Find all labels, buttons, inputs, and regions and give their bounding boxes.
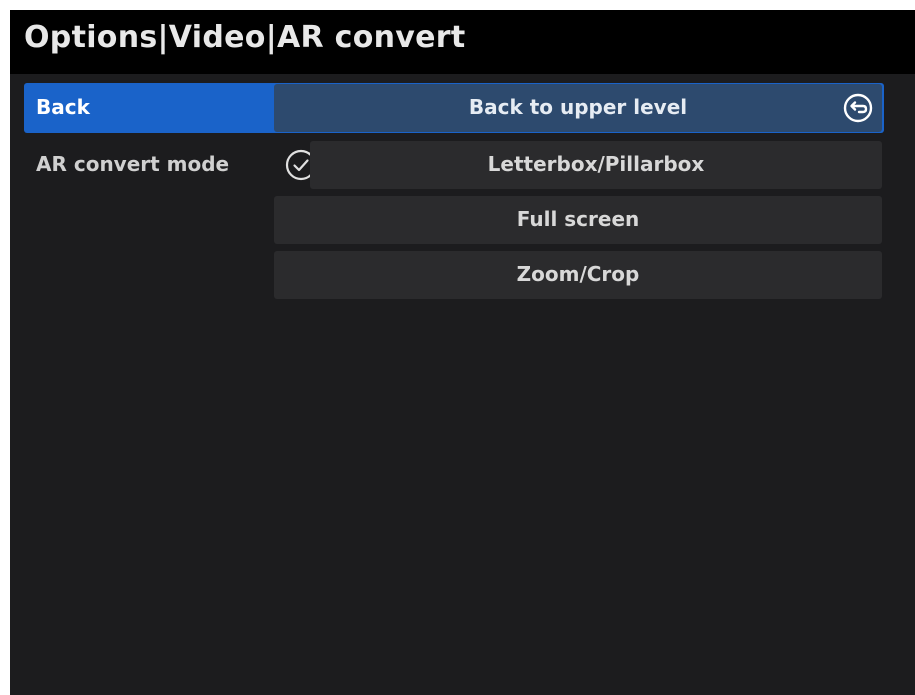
back-label: Back <box>36 95 90 119</box>
ar-convert-mode-label: AR convert mode <box>36 152 230 176</box>
title-bar: Options|Video|AR convert <box>10 10 915 74</box>
osd-screen: Options|Video|AR convert Back Back to up… <box>10 10 915 695</box>
back-to-upper-level-button[interactable]: Back to upper level <box>274 84 882 132</box>
back-arrow-icon <box>843 93 873 123</box>
option-label-letterbox-pillarbox: Letterbox/Pillarbox <box>487 152 705 176</box>
option-full-screen[interactable]: Full screen <box>274 196 882 244</box>
option-label-zoom-crop: Zoom/Crop <box>516 262 640 286</box>
back-to-upper-level-label: Back to upper level <box>468 95 688 119</box>
option-label-full-screen: Full screen <box>516 207 640 231</box>
option-letterbox-pillarbox[interactable]: Letterbox/Pillarbox <box>310 141 882 189</box>
page-title: Options|Video|AR convert <box>24 20 466 55</box>
option-zoom-crop[interactable]: Zoom/Crop <box>274 251 882 299</box>
